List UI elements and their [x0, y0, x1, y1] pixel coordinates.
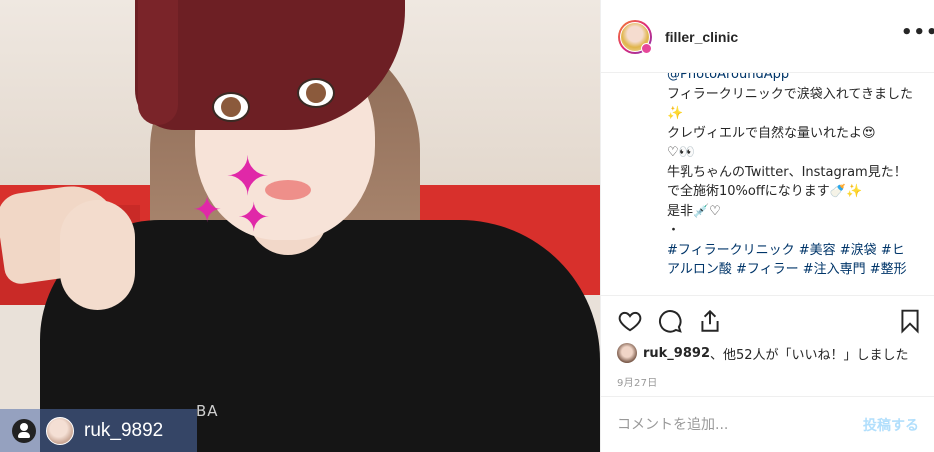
heart-icon[interactable]: [617, 308, 643, 334]
caption-mention-link[interactable]: @PhotoAroundApp: [667, 73, 789, 82]
caption-hashtags[interactable]: #フィラークリニック #美容 #涙袋 #ヒアルロン酸 #フィラー #注入専門 #…: [667, 243, 907, 278]
post-username[interactable]: filler_clinic: [665, 29, 738, 45]
caption-body: フィラークリニックで涙袋入れてきました✨ クレヴィエルで自然な量いれたよ😍 ♡👀…: [667, 86, 913, 239]
share-icon[interactable]: [697, 308, 723, 334]
comment-composer: 投稿する: [601, 396, 934, 452]
sparkle-sticker: ✦: [237, 195, 271, 241]
post-date[interactable]: 9月27日: [617, 374, 658, 389]
likes-text[interactable]: 、他52人が「いいね！」しました: [710, 344, 909, 363]
more-icon[interactable]: •••: [901, 22, 934, 43]
likes-summary: ruk_9892 、他52人が「いいね！」しました: [617, 343, 909, 363]
post-side-panel: filler_clinic ••• @PhotoAroundApp フィラークリ…: [600, 0, 934, 452]
shirt-print-text: BA: [196, 402, 219, 420]
sparkle-sticker: ✦: [192, 190, 223, 231]
post-comment-button[interactable]: 投稿する: [863, 415, 919, 435]
person-icon[interactable]: [12, 418, 36, 443]
liker-username[interactable]: ruk_9892: [643, 346, 710, 361]
comment-input[interactable]: [617, 415, 847, 435]
tagged-user-name[interactable]: ruk_9892: [84, 420, 163, 442]
photo-right-eye: [297, 78, 335, 108]
comment-icon[interactable]: [657, 308, 683, 334]
bookmark-icon[interactable]: [897, 308, 923, 334]
photo-left-eye: [212, 92, 250, 122]
caption-text: @PhotoAroundApp フィラークリニックで涙袋入れてきました✨ クレヴ…: [667, 73, 917, 280]
photo-lips: [265, 180, 311, 200]
post-photo[interactable]: ✦ ✦ ✦ BA ruk_9892: [0, 0, 600, 452]
profile-avatar-ring[interactable]: [618, 20, 652, 54]
post-header: filler_clinic •••: [601, 0, 934, 73]
photo-hand: [60, 200, 135, 310]
tagged-user-avatar[interactable]: [46, 416, 74, 445]
tagged-user-chip[interactable]: ruk_9892: [0, 409, 197, 452]
avatar-badge: [641, 43, 652, 54]
photo-hat-fold: [138, 0, 178, 125]
liker-avatar[interactable]: [617, 343, 637, 363]
post-action-bar: [601, 300, 934, 344]
post-caption: @PhotoAroundApp フィラークリニックで涙袋入れてきました✨ クレヴ…: [601, 73, 934, 296]
